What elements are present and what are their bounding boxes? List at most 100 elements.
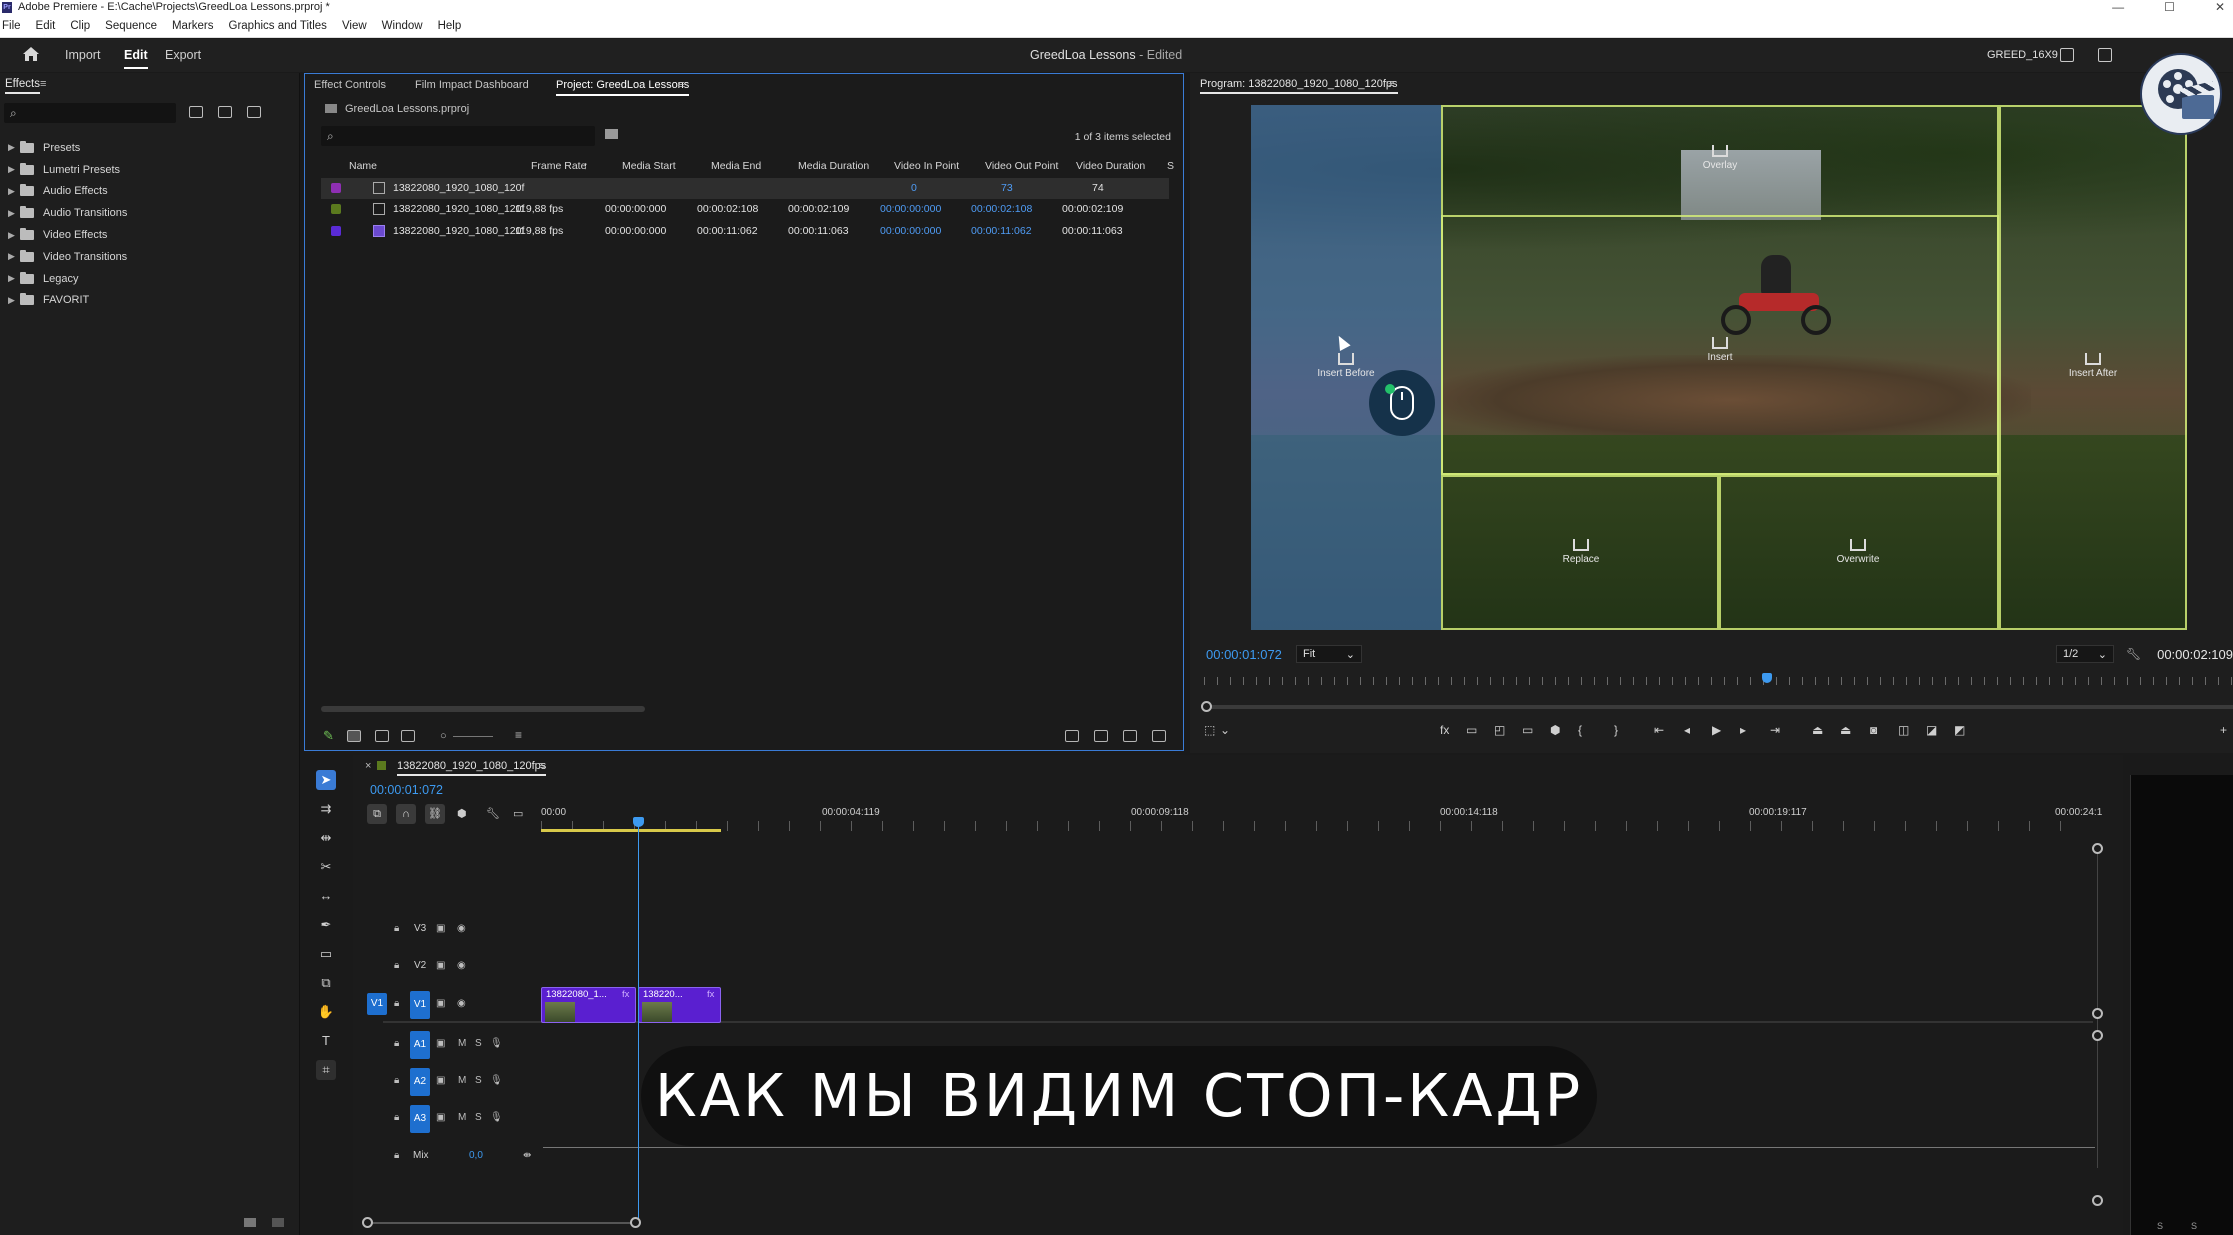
- razor-tool-icon[interactable]: ✂: [316, 857, 336, 877]
- solo-button[interactable]: S: [475, 1112, 482, 1123]
- button-editor-icon[interactable]: +: [2220, 723, 2227, 737]
- ripple-edit-tool-icon[interactable]: ⇹: [316, 828, 336, 848]
- column-name[interactable]: Name: [349, 160, 377, 172]
- menu-help[interactable]: Help: [438, 20, 462, 32]
- icon-view-icon[interactable]: [375, 730, 389, 742]
- track-target-v1[interactable]: V1: [410, 991, 430, 1019]
- extract-icon[interactable]: ⏏: [1840, 723, 1851, 737]
- microphone-icon[interactable]: 🎙︎: [490, 1038, 503, 1049]
- lock-icon[interactable]: 🔒︎: [394, 1038, 399, 1049]
- lock-icon[interactable]: 🔒︎: [394, 1075, 399, 1086]
- eye-icon[interactable]: ◉: [457, 960, 466, 971]
- solo-button[interactable]: S: [2191, 1221, 2197, 1231]
- monitor-time-ruler[interactable]: [1204, 677, 2233, 685]
- workspace-layout-icon[interactable]: [2060, 48, 2074, 62]
- sync-lock-icon[interactable]: ▣: [436, 923, 445, 934]
- freeform-view-icon[interactable]: [401, 730, 415, 742]
- lock-icon[interactable]: 🔒︎: [394, 1150, 399, 1161]
- step-back-icon[interactable]: ◂: [1684, 723, 1690, 737]
- captions-icon[interactable]: ▭: [513, 807, 523, 820]
- rectangle-tool-icon[interactable]: ▭: [316, 944, 336, 964]
- type-tool-icon[interactable]: T: [316, 1031, 336, 1051]
- menu-window[interactable]: Window: [382, 20, 423, 32]
- eye-icon[interactable]: ◉: [457, 923, 466, 934]
- effects-folder-legacy[interactable]: ▶ Legacy: [8, 268, 127, 290]
- tab-edit[interactable]: Edit: [124, 48, 148, 69]
- pencil-icon[interactable]: ✎: [323, 728, 334, 744]
- add-marker-icon[interactable]: ⬢: [1550, 723, 1560, 737]
- zoom-slider-icon[interactable]: ○: [440, 730, 447, 742]
- drop-zone-insert-after[interactable]: Insert After: [2048, 353, 2138, 379]
- panel-menu-icon[interactable]: ≡: [40, 78, 46, 90]
- timeline-clip[interactable]: 138220... fx: [638, 987, 721, 1023]
- column-media-end[interactable]: Media End: [711, 160, 761, 172]
- zoom-slider[interactable]: [453, 736, 493, 737]
- compare-view-icon[interactable]: ◰: [1494, 723, 1505, 737]
- sync-lock-icon[interactable]: ▣: [436, 1075, 445, 1086]
- video-preview[interactable]: Overlay Insert Before Insert Insert Afte…: [1251, 105, 2187, 630]
- safe-margins-icon[interactable]: ⬚: [1204, 723, 1215, 737]
- pen-tool-icon[interactable]: ✒: [316, 915, 336, 935]
- column-media-start[interactable]: Media Start: [622, 160, 676, 172]
- home-icon[interactable]: [22, 46, 40, 62]
- mute-button[interactable]: M: [458, 1075, 466, 1086]
- drop-zone-insert[interactable]: Insert: [1675, 337, 1765, 363]
- table-row[interactable]: 13822080_1920_1080_120f 0 73 74: [321, 178, 1169, 199]
- sync-lock-icon[interactable]: ▣: [436, 960, 445, 971]
- timeline-timecode[interactable]: 00:00:01:072: [370, 783, 443, 797]
- trash-icon[interactable]: [1152, 730, 1166, 742]
- eye-icon[interactable]: ◉: [457, 998, 466, 1009]
- 32bit-effects-icon[interactable]: [218, 106, 232, 118]
- scroll-handle[interactable]: [2092, 1195, 2103, 1206]
- menu-edit[interactable]: Edit: [36, 20, 56, 32]
- scroll-handle[interactable]: [630, 1217, 641, 1228]
- microphone-icon[interactable]: 🎙︎: [490, 1075, 503, 1086]
- tab-effect-controls[interactable]: Effect Controls: [314, 79, 386, 91]
- mute-button[interactable]: M: [458, 1112, 466, 1123]
- mix-volume-value[interactable]: 0,0: [469, 1150, 483, 1161]
- sync-lock-icon[interactable]: ▣: [436, 1112, 445, 1123]
- timeline-horizontal-scrollbar[interactable]: [367, 1222, 635, 1224]
- monitor-zoom-scrollbar[interactable]: [1201, 701, 2233, 712]
- mute-button[interactable]: M: [458, 1038, 466, 1049]
- column-video-duration[interactable]: Video Duration: [1076, 160, 1145, 172]
- monitor-playhead[interactable]: [1762, 673, 1772, 683]
- drop-zone-overlay[interactable]: Overlay: [1675, 145, 1765, 171]
- effects-search-input[interactable]: ⌕: [4, 103, 176, 123]
- mark-in-icon[interactable]: {: [1578, 723, 1582, 737]
- playback-resolution-select[interactable]: 1/2 ⌄: [2056, 645, 2114, 663]
- insert-icon[interactable]: ◫: [1898, 723, 1909, 737]
- selection-tool-icon[interactable]: ➤: [316, 770, 336, 790]
- column-frame-rate[interactable]: Frame Rate: [531, 160, 586, 172]
- menu-graphics-and-titles[interactable]: Graphics and Titles: [229, 20, 327, 32]
- close-icon[interactable]: ×: [365, 760, 371, 772]
- new-bin-from-search-icon[interactable]: [605, 129, 618, 139]
- track-v3[interactable]: 🔒︎ V3 ▣ ◉: [353, 912, 2113, 948]
- minimize-button[interactable]: —: [2112, 0, 2124, 14]
- go-to-in-icon[interactable]: ⇤: [1654, 723, 1664, 737]
- play-icon[interactable]: ▶: [1712, 723, 1721, 737]
- microphone-icon[interactable]: 🎙︎: [490, 1112, 503, 1123]
- linked-selection-icon[interactable]: ⛓: [425, 804, 445, 824]
- tab-film-impact-dashboard[interactable]: Film Impact Dashboard: [415, 79, 529, 91]
- settings-wrench-icon[interactable]: 🔧︎: [486, 807, 500, 820]
- caption-tool-icon[interactable]: ⌗: [316, 1060, 336, 1080]
- timeline-ruler[interactable]: [541, 821, 2061, 831]
- horizontal-scrollbar[interactable]: [321, 706, 645, 712]
- panel-menu-icon[interactable]: ≡: [539, 760, 545, 772]
- zoom-level-select[interactable]: Fit ⌄: [1296, 645, 1362, 663]
- add-marker-icon[interactable]: ⬢: [457, 807, 467, 820]
- effects-folder-audio-effects[interactable]: ▶ Audio Effects: [8, 181, 127, 203]
- snap-icon[interactable]: ∩: [396, 804, 416, 824]
- generative-extend-tool-icon[interactable]: ⧉: [316, 973, 336, 993]
- track-target-a3[interactable]: A3: [410, 1105, 430, 1133]
- lock-icon[interactable]: 🔒︎: [394, 960, 399, 971]
- automate-to-sequence-icon[interactable]: [1065, 730, 1079, 742]
- toggle-proxies-icon[interactable]: ▭: [1466, 723, 1477, 737]
- sync-lock-icon[interactable]: ▣: [436, 998, 445, 1009]
- effects-panel-title[interactable]: Effects: [5, 78, 40, 94]
- scroll-handle[interactable]: [1201, 701, 1212, 712]
- solo-button[interactable]: S: [475, 1075, 482, 1086]
- trash-icon[interactable]: [272, 1218, 284, 1227]
- effects-folder-video-transitions[interactable]: ▶ Video Transitions: [8, 246, 127, 268]
